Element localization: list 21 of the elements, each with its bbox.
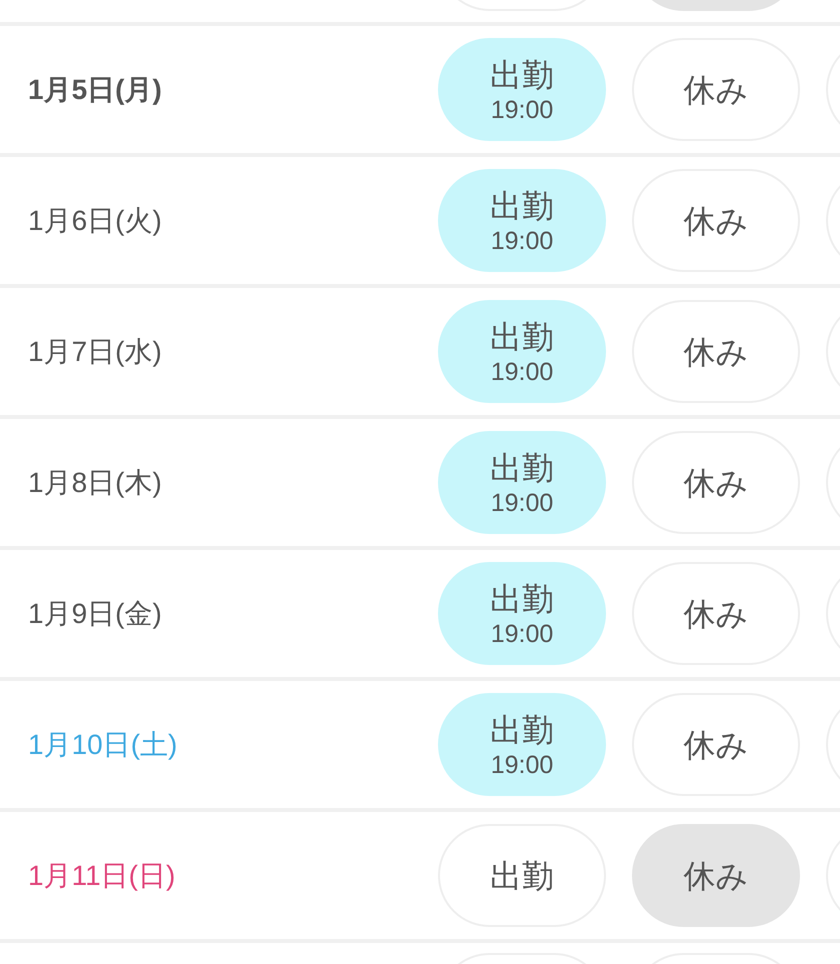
work-button[interactable]: 出勤 19:00 xyxy=(438,38,606,141)
work-button[interactable]: 出勤 19:00 xyxy=(438,300,606,403)
work-button[interactable]: 出勤 xyxy=(438,824,606,927)
work-button[interactable]: 出勤 19:00 xyxy=(438,562,606,665)
work-button[interactable]: 出勤 19:00 xyxy=(438,693,606,796)
off-button[interactable]: 休み xyxy=(632,693,800,796)
off-button[interactable]: 休み xyxy=(632,169,800,272)
date-label: 1月11日(日) xyxy=(28,858,176,893)
off-button[interactable]: 休み xyxy=(632,824,800,927)
off-button[interactable]: 休み xyxy=(632,562,800,665)
date-label: 1月5日(月) xyxy=(28,72,163,107)
date-label: 1月10日(土) xyxy=(28,728,178,762)
date-label: 1月8日(木) xyxy=(28,466,163,500)
date-label: 1月6日(火) xyxy=(28,204,163,238)
off-button[interactable]: 休み xyxy=(632,431,800,534)
date-label: 1月9日(金) xyxy=(28,596,163,631)
off-button[interactable]: 休み xyxy=(632,300,800,403)
off-button[interactable]: 休み xyxy=(632,38,800,141)
work-button[interactable]: 出勤 19:00 xyxy=(438,169,606,272)
work-button[interactable]: 出勤 19:00 xyxy=(438,431,606,534)
date-label: 1月7日(水) xyxy=(28,334,163,369)
